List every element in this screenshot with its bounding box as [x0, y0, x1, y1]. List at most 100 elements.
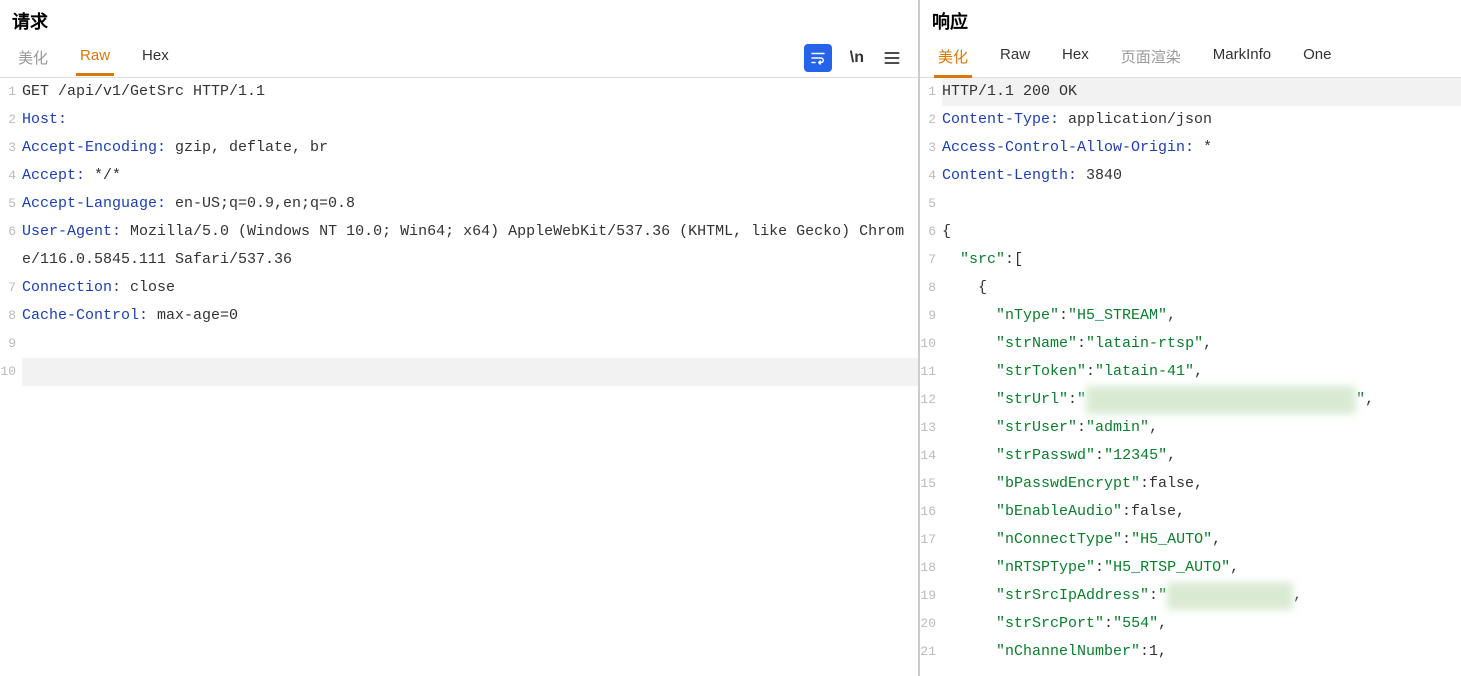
line-content	[942, 190, 1461, 218]
line-content: "bEnableAudio":false,	[942, 498, 1461, 526]
response-line: 18 "nRTSPType":"H5_RTSP_AUTO",	[920, 554, 1461, 582]
response-tab-3[interactable]: 页面渲染	[1117, 38, 1185, 78]
app-root: 请求 美化 Raw Hex \n 1GET /api/v1/GetSrc HTTP/…	[0, 0, 1461, 676]
request-tab-0[interactable]: 美化	[14, 39, 52, 76]
line-content: "strUrl":" ",	[942, 386, 1461, 414]
response-tab-2[interactable]: Hex	[1058, 38, 1093, 78]
line-content: "bPasswdEncrypt":false,	[942, 470, 1461, 498]
line-content: Content-Type: application/json	[942, 106, 1461, 134]
response-line: 10 "strName":"latain-rtsp",	[920, 330, 1461, 358]
line-number: 6	[0, 218, 22, 246]
line-content: Host:	[22, 106, 918, 134]
line-content: "nConnectType":"H5_AUTO",	[942, 526, 1461, 554]
request-line: 4Accept: */*	[0, 162, 918, 190]
request-line: 5Accept-Language: en-US;q=0.9,en;q=0.8	[0, 190, 918, 218]
line-number: 7	[920, 246, 942, 274]
line-number: 9	[0, 330, 22, 358]
line-number: 5	[0, 190, 22, 218]
response-line: 5	[920, 190, 1461, 218]
request-tab-2[interactable]: Hex	[138, 39, 173, 76]
menu-icon[interactable]	[882, 48, 902, 68]
line-content: "nChannelNumber":1,	[942, 638, 1461, 666]
line-number: 8	[920, 274, 942, 302]
response-code[interactable]: 1HTTP/1.1 200 OK2Content-Type: applicati…	[920, 78, 1461, 676]
response-tabs: 美化 Raw Hex 页面渲染 MarkInfo One	[928, 38, 1335, 78]
request-line: 10	[0, 358, 918, 386]
newline-icon[interactable]: \n	[850, 49, 864, 67]
line-number: 12	[920, 386, 942, 414]
line-content: "strName":"latain-rtsp",	[942, 330, 1461, 358]
response-line: 19 "strSrcIpAddress":" ,	[920, 582, 1461, 610]
request-line: 9	[0, 330, 918, 358]
line-content: "strPasswd":"12345",	[942, 442, 1461, 470]
response-line: 21 "nChannelNumber":1,	[920, 638, 1461, 666]
response-line: 3Access-Control-Allow-Origin: *	[920, 134, 1461, 162]
request-line: 2Host:	[0, 106, 918, 134]
request-line: 8Cache-Control: max-age=0	[0, 302, 918, 330]
response-line: 20 "strSrcPort":"554",	[920, 610, 1461, 638]
response-tab-0[interactable]: 美化	[934, 38, 972, 78]
line-content: GET /api/v1/GetSrc HTTP/1.1	[22, 78, 918, 106]
line-content: "src":[	[942, 246, 1461, 274]
line-number: 8	[0, 302, 22, 330]
request-code[interactable]: 1GET /api/v1/GetSrc HTTP/1.12Host:3Accep…	[0, 78, 918, 676]
line-content: "strToken":"latain-41",	[942, 358, 1461, 386]
request-toolbar: \n	[804, 44, 910, 72]
line-content	[22, 330, 918, 358]
response-line: 6{	[920, 218, 1461, 246]
line-number: 2	[920, 106, 942, 134]
response-tab-bar: 美化 Raw Hex 页面渲染 MarkInfo One	[920, 38, 1461, 78]
line-content: "strUser":"admin",	[942, 414, 1461, 442]
line-content: Accept-Language: en-US;q=0.9,en;q=0.8	[22, 190, 918, 218]
line-content: Accept-Encoding: gzip, deflate, br	[22, 134, 918, 162]
request-line: 1GET /api/v1/GetSrc HTTP/1.1	[0, 78, 918, 106]
line-number: 3	[0, 134, 22, 162]
line-number: 6	[920, 218, 942, 246]
line-content: "strSrcIpAddress":" ,	[942, 582, 1461, 610]
response-line: 14 "strPasswd":"12345",	[920, 442, 1461, 470]
request-panel: 请求 美化 Raw Hex \n 1GET /api/v1/GetSrc HTTP/…	[0, 0, 920, 676]
response-line: 17 "nConnectType":"H5_AUTO",	[920, 526, 1461, 554]
line-number: 16	[920, 498, 942, 526]
response-line: 12 "strUrl":" ",	[920, 386, 1461, 414]
line-number: 4	[0, 162, 22, 190]
line-number: 10	[920, 330, 942, 358]
response-line: 9 "nType":"H5_STREAM",	[920, 302, 1461, 330]
line-content: Content-Length: 3840	[942, 162, 1461, 190]
response-line: 8 {	[920, 274, 1461, 302]
response-tab-5[interactable]: One	[1299, 38, 1335, 78]
line-number: 17	[920, 526, 942, 554]
response-title: 响应	[920, 0, 1461, 38]
line-number: 2	[0, 106, 22, 134]
line-content: Accept: */*	[22, 162, 918, 190]
line-content: HTTP/1.1 200 OK	[942, 78, 1461, 106]
wrap-toggle-icon[interactable]	[804, 44, 832, 72]
line-number: 5	[920, 190, 942, 218]
line-number: 4	[920, 162, 942, 190]
response-tab-1[interactable]: Raw	[996, 38, 1034, 78]
line-number: 15	[920, 470, 942, 498]
response-tab-4[interactable]: MarkInfo	[1209, 38, 1275, 78]
line-content: User-Agent: Mozilla/5.0 (Windows NT 10.0…	[22, 218, 918, 274]
line-number: 10	[0, 358, 22, 386]
request-tabs: 美化 Raw Hex	[8, 39, 173, 76]
response-panel: 响应 美化 Raw Hex 页面渲染 MarkInfo One 1HTTP/1.1 200…	[920, 0, 1461, 676]
line-content: {	[942, 218, 1461, 246]
line-number: 1	[920, 78, 942, 106]
line-number: 9	[920, 302, 942, 330]
response-line: 13 "strUser":"admin",	[920, 414, 1461, 442]
line-number: 14	[920, 442, 942, 470]
request-line: 3Accept-Encoding: gzip, deflate, br	[0, 134, 918, 162]
line-number: 19	[920, 582, 942, 610]
response-line: 2Content-Type: application/json	[920, 106, 1461, 134]
request-line: 7Connection: close	[0, 274, 918, 302]
line-number: 1	[0, 78, 22, 106]
response-line: 11 "strToken":"latain-41",	[920, 358, 1461, 386]
line-number: 21	[920, 638, 942, 666]
line-content: Cache-Control: max-age=0	[22, 302, 918, 330]
request-title: 请求	[0, 0, 918, 38]
request-tab-1[interactable]: Raw	[76, 39, 114, 76]
response-line: 15 "bPasswdEncrypt":false,	[920, 470, 1461, 498]
line-number: 20	[920, 610, 942, 638]
request-line: 6User-Agent: Mozilla/5.0 (Windows NT 10.…	[0, 218, 918, 274]
